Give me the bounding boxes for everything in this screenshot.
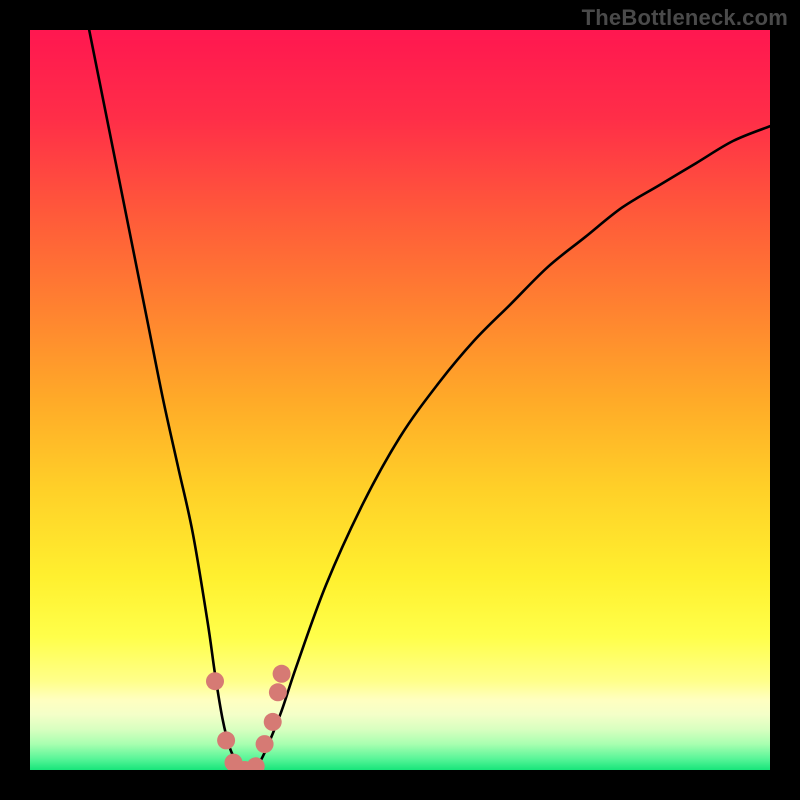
trough-dot — [273, 665, 291, 683]
plot-area — [30, 30, 770, 770]
chart-frame: TheBottleneck.com — [0, 0, 800, 800]
bottleneck-curve — [89, 30, 770, 770]
trough-dot — [217, 731, 235, 749]
trough-dot — [264, 713, 282, 731]
curve-layer — [30, 30, 770, 770]
trough-dot — [269, 683, 287, 701]
trough-markers — [206, 665, 291, 770]
trough-dot — [256, 735, 274, 753]
trough-dot — [206, 672, 224, 690]
watermark-text: TheBottleneck.com — [582, 5, 788, 31]
